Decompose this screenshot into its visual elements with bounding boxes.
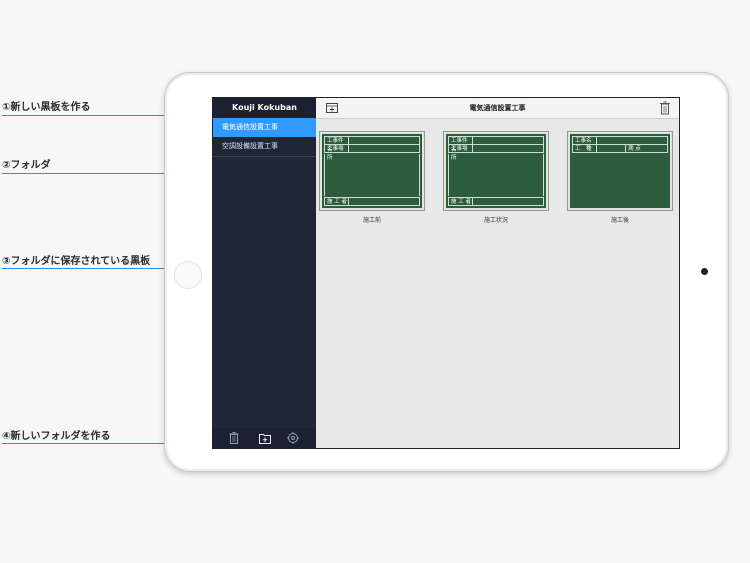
camera [701,268,708,275]
page-title: 電気通信設置工事 [469,104,526,112]
sidebar-title: Kouji Kokuban [213,98,316,118]
delete-board-button[interactable] [657,100,673,116]
board-label: 工事件名 [325,137,349,153]
sidebar-folder-item[interactable]: 電気通信設置工事 [213,118,316,137]
gear-icon [287,432,299,444]
blackboard-thumbnail: 工事名 工 種 測 点 [567,131,673,211]
board-label: 工事件名 [449,137,473,153]
sidebar-folder-item[interactable]: 空調設備設置工事 [213,137,316,157]
blackboard-thumbnail: 工事件名 工事場所 施 工 者 [319,131,425,211]
delete-folder-button[interactable] [226,430,242,446]
board-label: 測 点 [625,145,649,152]
board-label: 工事名 [573,137,597,144]
sidebar-toolbar [213,428,316,448]
new-folder-button[interactable] [257,430,273,446]
board-label: 施 工 者 [451,198,473,205]
annotation-new-folder: ④新しいフォルダを作る [2,431,111,442]
blackboard-card[interactable]: 工事件名 工事場所 施 工 者 施工前 [319,131,425,224]
blackboard-card[interactable]: 工事名 工 種 測 点 施工後 [567,131,673,224]
annotation-saved-boards: ③フォルダに保存されている黒板 [2,256,151,267]
trash-icon [660,101,670,115]
new-folder-icon [259,434,271,444]
settings-button[interactable] [285,430,301,446]
board-caption: 施工後 [610,217,629,224]
board-caption: 施工前 [362,217,381,224]
app-screen: Kouji Kokuban 電気通信設置工事 空調設備設置工事 電気通信設置工事… [212,97,680,449]
board-list-area: 電気通信設置工事 工事件名 工事場所 施 工 者 施工前 工事件名 工事場所 施… [316,98,679,448]
board-label: 工事場所 [325,145,349,161]
annotation-new-board: ①新しい黒板を作る [2,102,91,113]
board-caption: 施工状況 [483,217,508,224]
board-body [324,154,420,196]
board-body [448,154,544,196]
annotation-folder: ②フォルダ [2,160,51,171]
navigation-bar: 電気通信設置工事 [316,98,679,119]
board-row: 施 工 者 [324,197,420,206]
trash-icon [229,432,239,444]
sidebar: Kouji Kokuban 電気通信設置工事 空調設備設置工事 [213,98,316,448]
board-row: 工事場所 [324,144,420,161]
blackboard-thumbnail: 工事件名 工事場所 施 工 者 [443,131,549,211]
ipad-frame: Kouji Kokuban 電気通信設置工事 空調設備設置工事 電気通信設置工事… [164,72,729,472]
board-label: 工事場所 [449,145,473,161]
board-label: 施 工 者 [327,198,349,205]
board-label: 工 種 [573,145,597,152]
board-row: 工事場所 [448,144,544,161]
blackboard-card[interactable]: 工事件名 工事場所 施 工 者 施工状況 [443,131,549,224]
board-row: 工 種 測 点 [572,144,668,153]
board-row: 施 工 者 [448,197,544,206]
home-button[interactable] [174,261,202,289]
